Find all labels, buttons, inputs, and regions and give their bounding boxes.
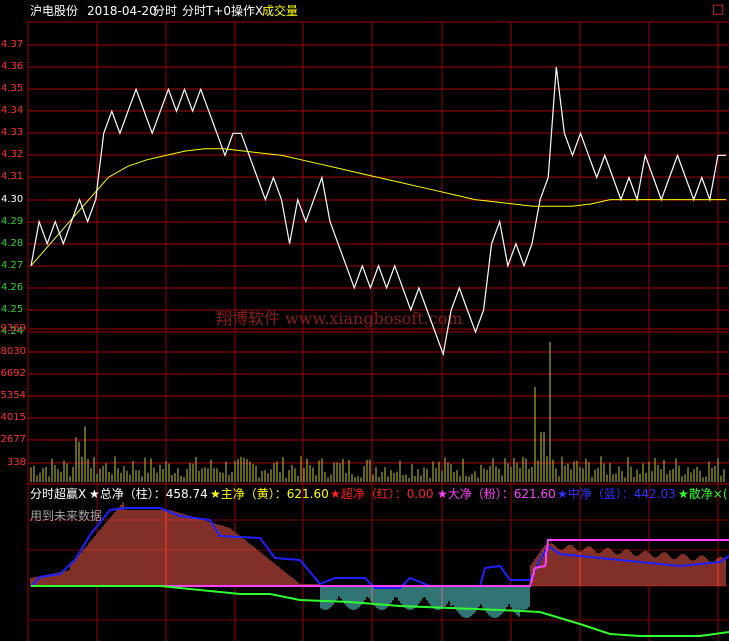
plot-area — [30, 67, 729, 637]
average-price-line — [30, 148, 726, 267]
chart-window: 沪电股份 2018-04-20 分时 分时T+0操作X 成交量 □ 4.37 4.… — [0, 0, 729, 641]
price-line — [30, 67, 726, 357]
mid-net-line — [30, 507, 729, 589]
large-net-line — [31, 539, 729, 587]
retail-net-line — [31, 585, 729, 637]
